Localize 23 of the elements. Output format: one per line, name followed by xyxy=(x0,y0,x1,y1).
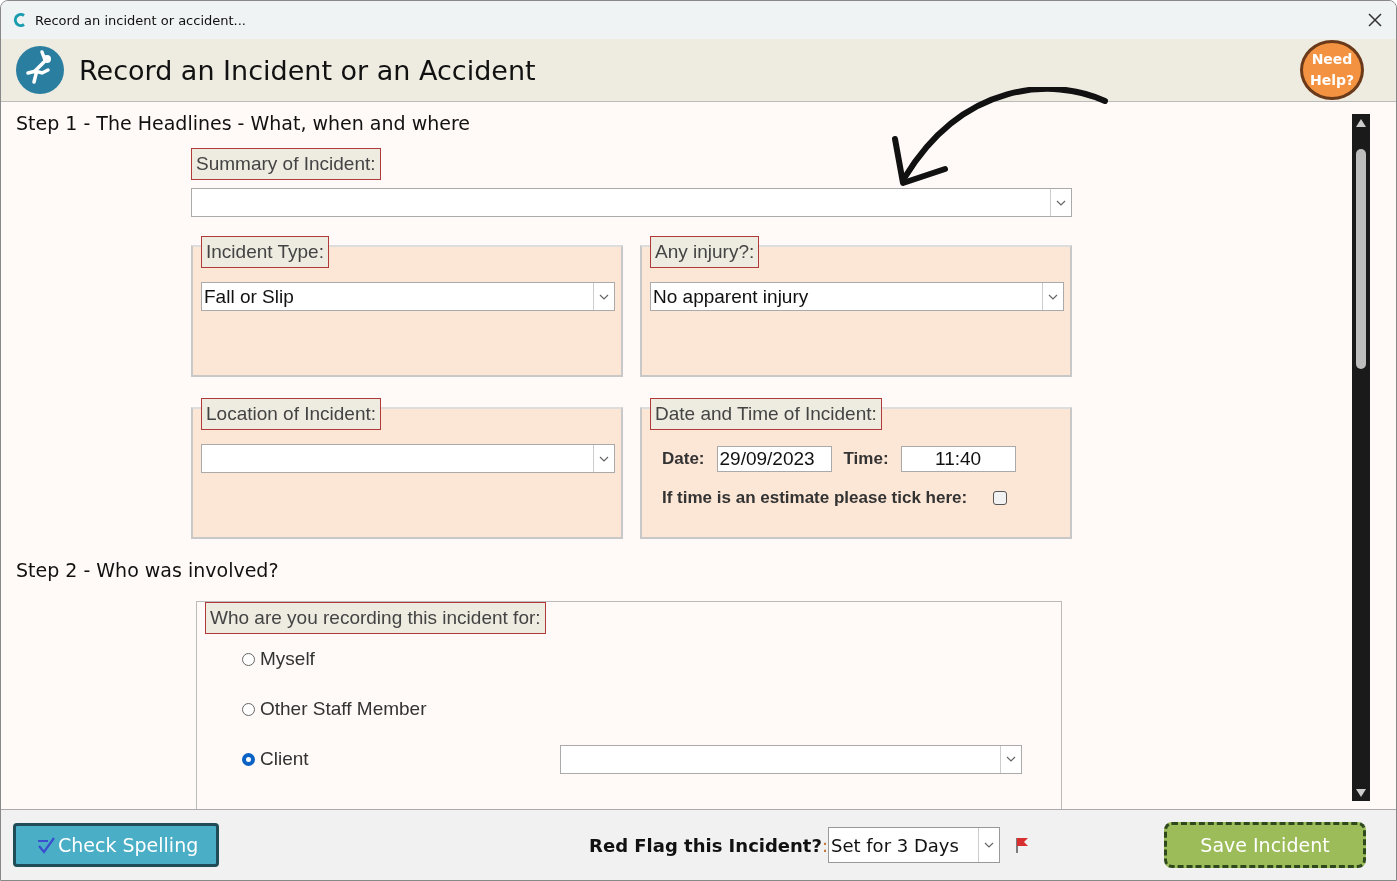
step-heading: Step 2 - Who was involved? xyxy=(16,559,280,581)
window-title: Record an incident or accident... xyxy=(35,12,247,28)
incident-type-dropdown[interactable]: Fall or Slip xyxy=(201,282,615,311)
flag-incident-label: Red Flag this Incident? xyxy=(589,834,822,856)
radio-label: Client xyxy=(260,748,310,770)
injury-dropdown[interactable]: No apparent injury xyxy=(650,282,1064,311)
time-label: Time: xyxy=(843,449,889,469)
estimate-label: If time is an estimate please tick here: xyxy=(662,488,968,508)
date-label: Date: xyxy=(662,449,705,469)
field-label: Any injury?: xyxy=(650,236,760,268)
colon-mark: : xyxy=(821,834,828,856)
time-field[interactable]: 11:40 xyxy=(900,446,1016,472)
field-label: Incident Type: xyxy=(201,236,329,268)
flag-duration-dropdown[interactable]: Set for 3 Days xyxy=(828,827,1000,863)
field-label: Location of Incident: xyxy=(201,398,382,430)
radio-label: Other Staff Member xyxy=(260,698,428,720)
radio-label: Myself xyxy=(260,648,316,670)
date-field[interactable]: 29/09/2023 xyxy=(716,446,832,472)
field-label: Date and Time of Incident: xyxy=(650,398,882,430)
page-title: Record an Incident or an Accident xyxy=(79,54,537,86)
field-label: Summary of Incident: xyxy=(191,148,381,180)
step-heading: Step 1 - The Headlines - What, when and where xyxy=(16,112,471,134)
field-label: Who are you recording this incident for: xyxy=(205,602,546,634)
